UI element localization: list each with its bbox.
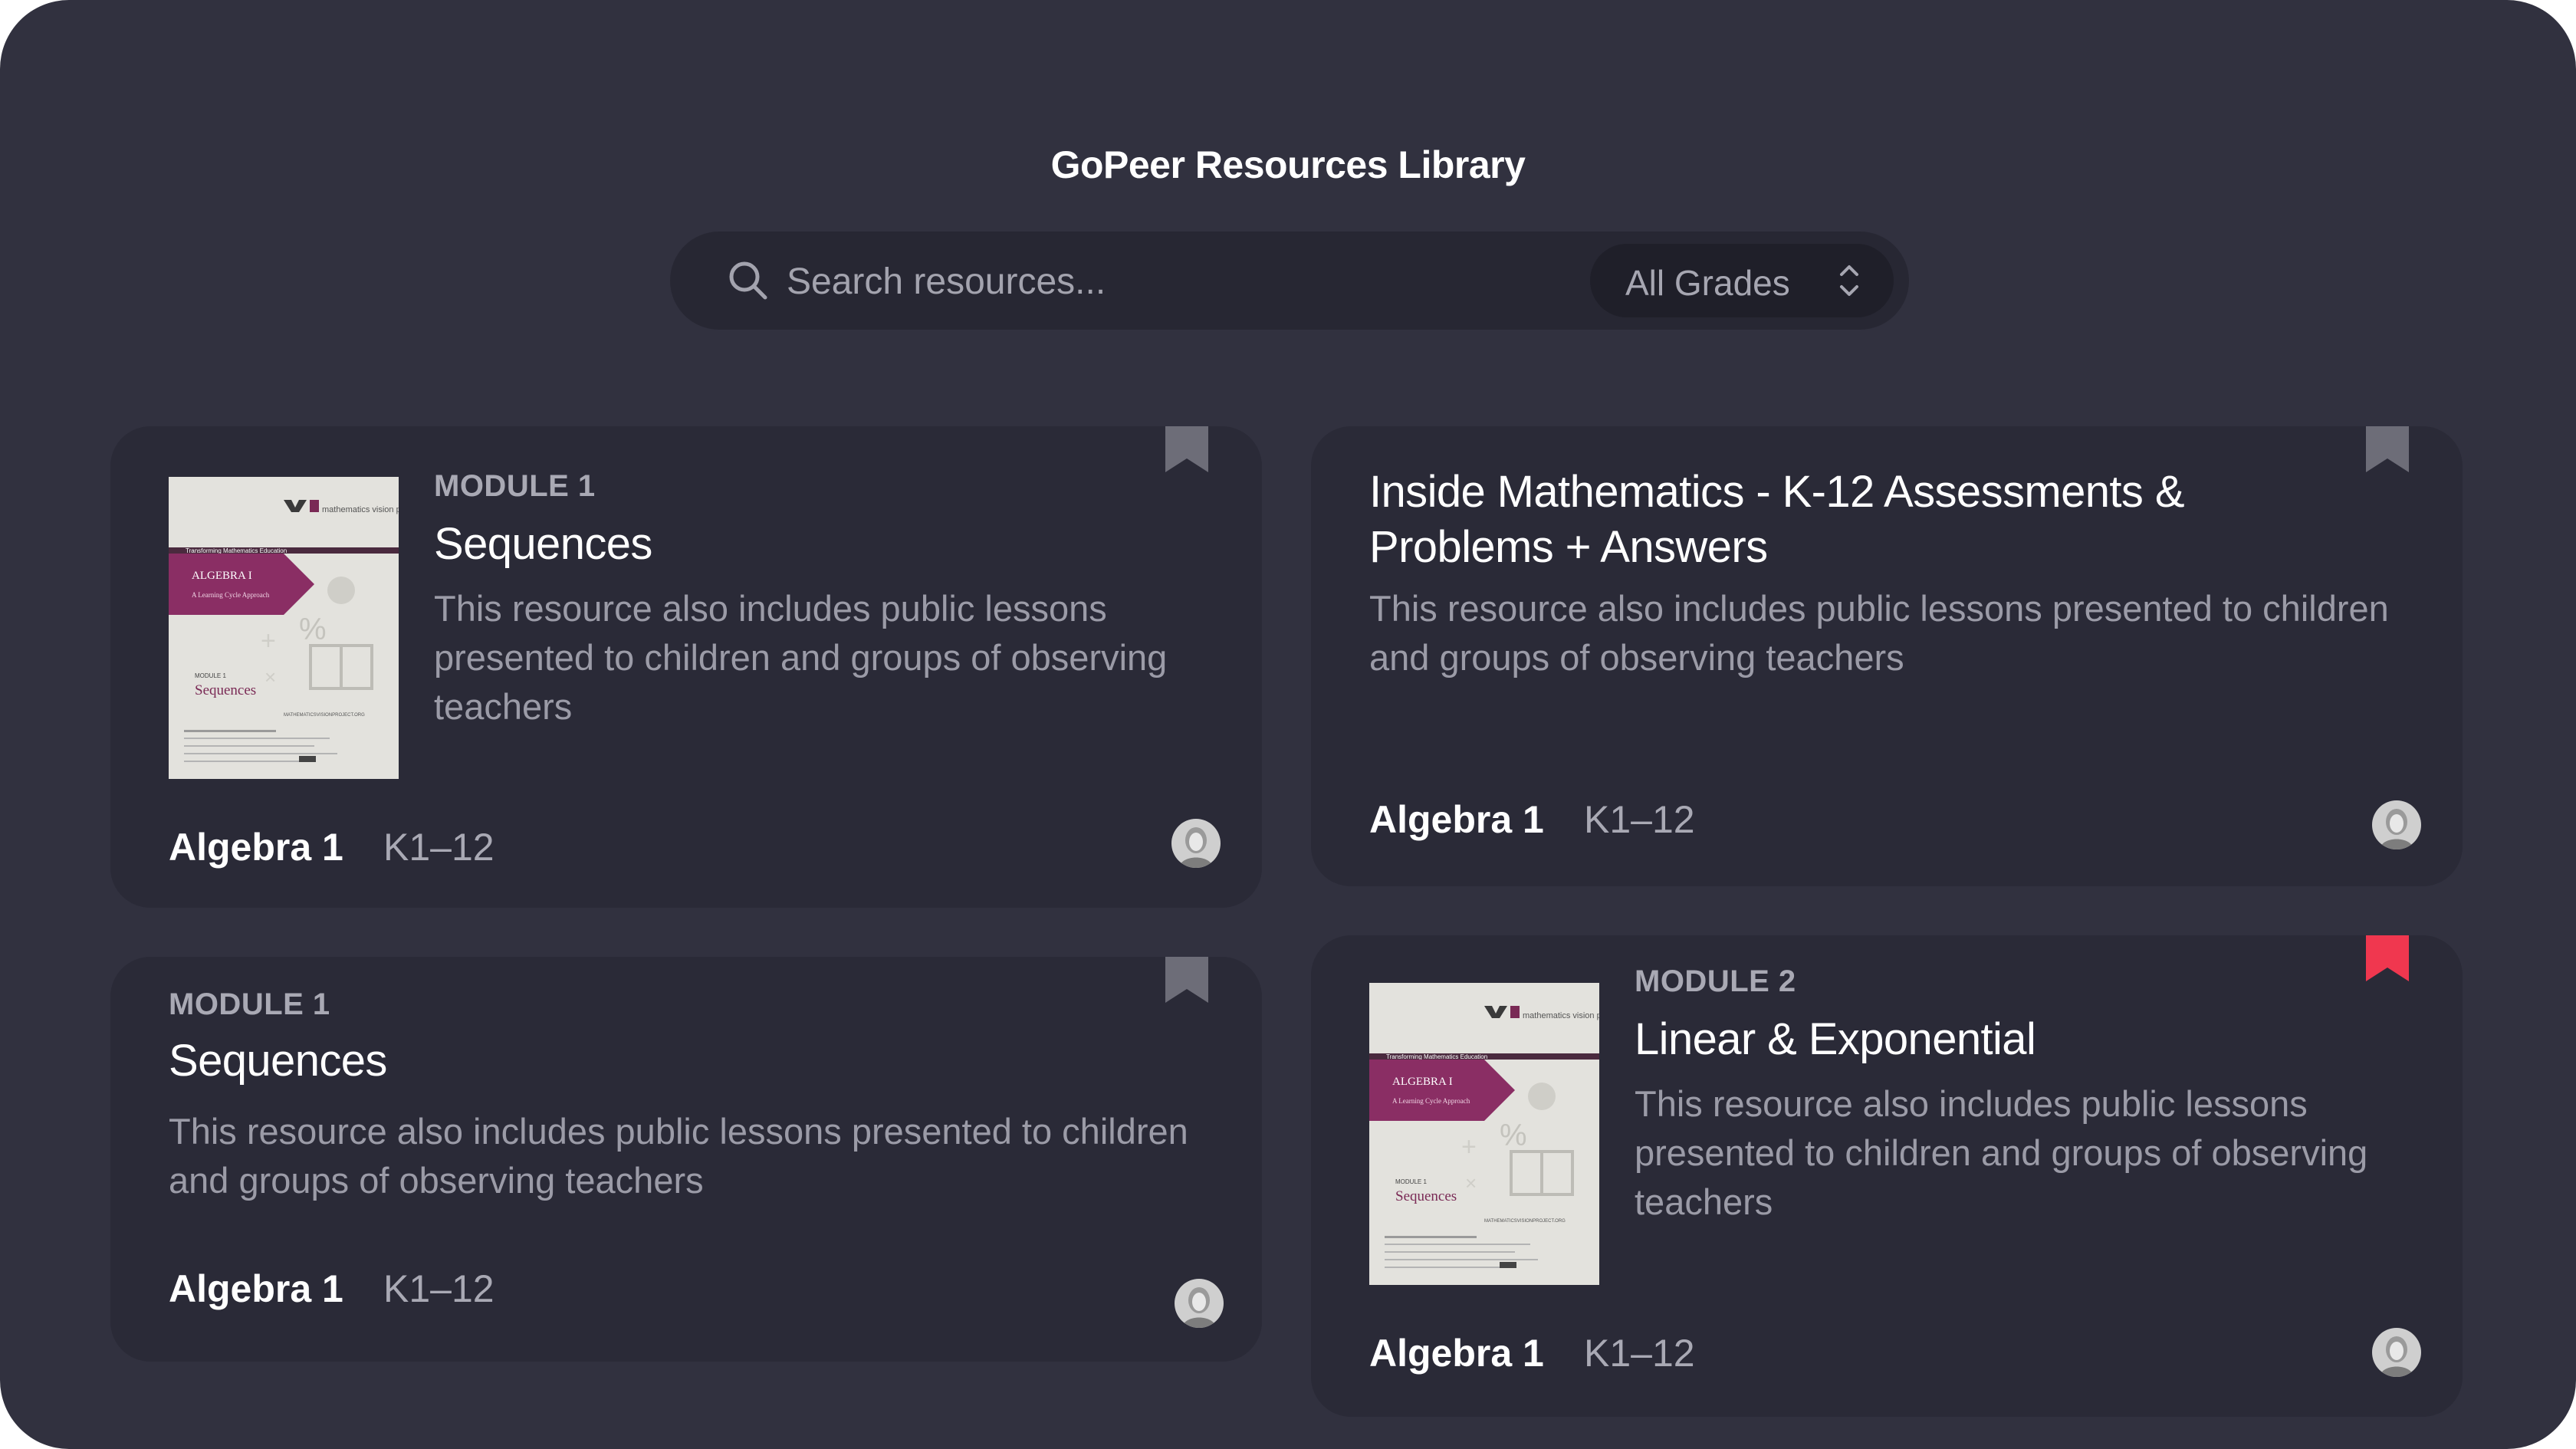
search-input[interactable] [785,250,1478,313]
app-window: GoPeer Resources Library All Grades math… [0,0,2576,1449]
subject-tag: Algebra 1 [169,1267,343,1310]
cover-module-small: MODULE 1 [1395,1178,1427,1185]
cover-course-text: ALGEBRA I [192,570,252,582]
cover-approach-text: A Learning Cycle Approach [1392,1097,1470,1105]
resource-card[interactable]: mathematics vision project Transforming … [110,426,1262,908]
avatar-image [1171,819,1221,868]
cover-module-title: Sequences [195,682,256,698]
module-label: MODULE 1 [434,469,596,503]
grade-tag: K1–12 [383,1267,495,1310]
card-title: Linear & Exponential [1635,1014,2036,1064]
subject-tag: Algebra 1 [1369,798,1544,841]
card-description: This resource also includes public lesso… [1635,1083,2368,1222]
resource-card[interactable]: MODULE 1 Sequences This resource also in… [110,957,1262,1362]
card-title: Sequences [434,519,652,569]
chevron-up-down-icon [1840,265,1858,296]
svg-text:%: % [1500,1119,1527,1152]
cover-module-small: MODULE 1 [195,672,226,679]
card-description: This resource also includes public lesso… [434,588,1168,727]
search-bar: All Grades [670,232,1909,330]
avatar[interactable] [2372,800,2421,849]
resource-thumbnail: mathematics vision project Transforming … [169,477,399,779]
bookmark-icon[interactable] [1165,426,1208,472]
card-title: Inside Mathematics - K-12 Assessments & … [1369,467,2185,572]
cover-module-title: Sequences [1395,1188,1457,1204]
page-title: GoPeer Resources Library [1050,143,1526,186]
grade-tag: K1–12 [1584,1332,1695,1375]
svg-text:+: + [261,626,276,656]
card-description: This resource also includes public lesso… [1369,588,2389,678]
grade-filter-select[interactable]: All Grades [1590,244,1894,317]
grade-filter-label: All Grades [1625,263,1790,303]
svg-text:+: + [1461,1132,1477,1162]
resource-card[interactable]: mathematics vision project Transforming … [1311,935,2463,1417]
search-icon [729,261,767,300]
cover-url-text: MATHEMATICSVISIONPROJECT.ORG [284,713,365,718]
cover-course-text: ALGEBRA I [1392,1076,1453,1088]
avatar[interactable] [2372,1328,2421,1377]
bookmark-icon[interactable] [2366,426,2409,472]
cover-banner-text: Transforming Mathematics Education [1386,1053,1487,1060]
cover-logo-text: mathematics vision project [322,505,399,514]
cover-url-text: MATHEMATICSVISIONPROJECT.ORG [1484,1219,1566,1224]
bookmark-icon[interactable] [1165,957,1208,1003]
svg-text:%: % [299,613,327,646]
avatar[interactable] [1175,1279,1224,1328]
card-title: Sequences [169,1036,387,1086]
module-label: MODULE 2 [1635,964,1796,998]
grade-tag: K1–12 [383,826,495,869]
card-description: This resource also includes public lesso… [169,1111,1188,1201]
bookmark-icon[interactable] [2366,935,2409,981]
svg-text:×: × [264,665,276,688]
book-cover-image: mathematics vision project Transforming … [1369,983,1599,1285]
avatar-image [1175,1279,1224,1328]
grade-tag: K1–12 [1584,798,1695,841]
resource-card[interactable]: Inside Mathematics - K-12 Assessments & … [1311,426,2463,886]
cover-banner-text: Transforming Mathematics Education [186,547,287,554]
cover-logo-text: mathematics vision project [1523,1011,1599,1020]
avatar-image [2372,1328,2421,1377]
subject-tag: Algebra 1 [1369,1332,1544,1375]
cover-approach-text: A Learning Cycle Approach [192,591,270,599]
resource-thumbnail: mathematics vision project Transforming … [1369,983,1599,1285]
avatar-image [2372,800,2421,849]
avatar[interactable] [1171,819,1221,868]
svg-text:×: × [1465,1171,1477,1194]
book-cover-image: mathematics vision project Transforming … [169,477,399,779]
subject-tag: Algebra 1 [169,826,343,869]
module-label: MODULE 1 [169,987,330,1021]
